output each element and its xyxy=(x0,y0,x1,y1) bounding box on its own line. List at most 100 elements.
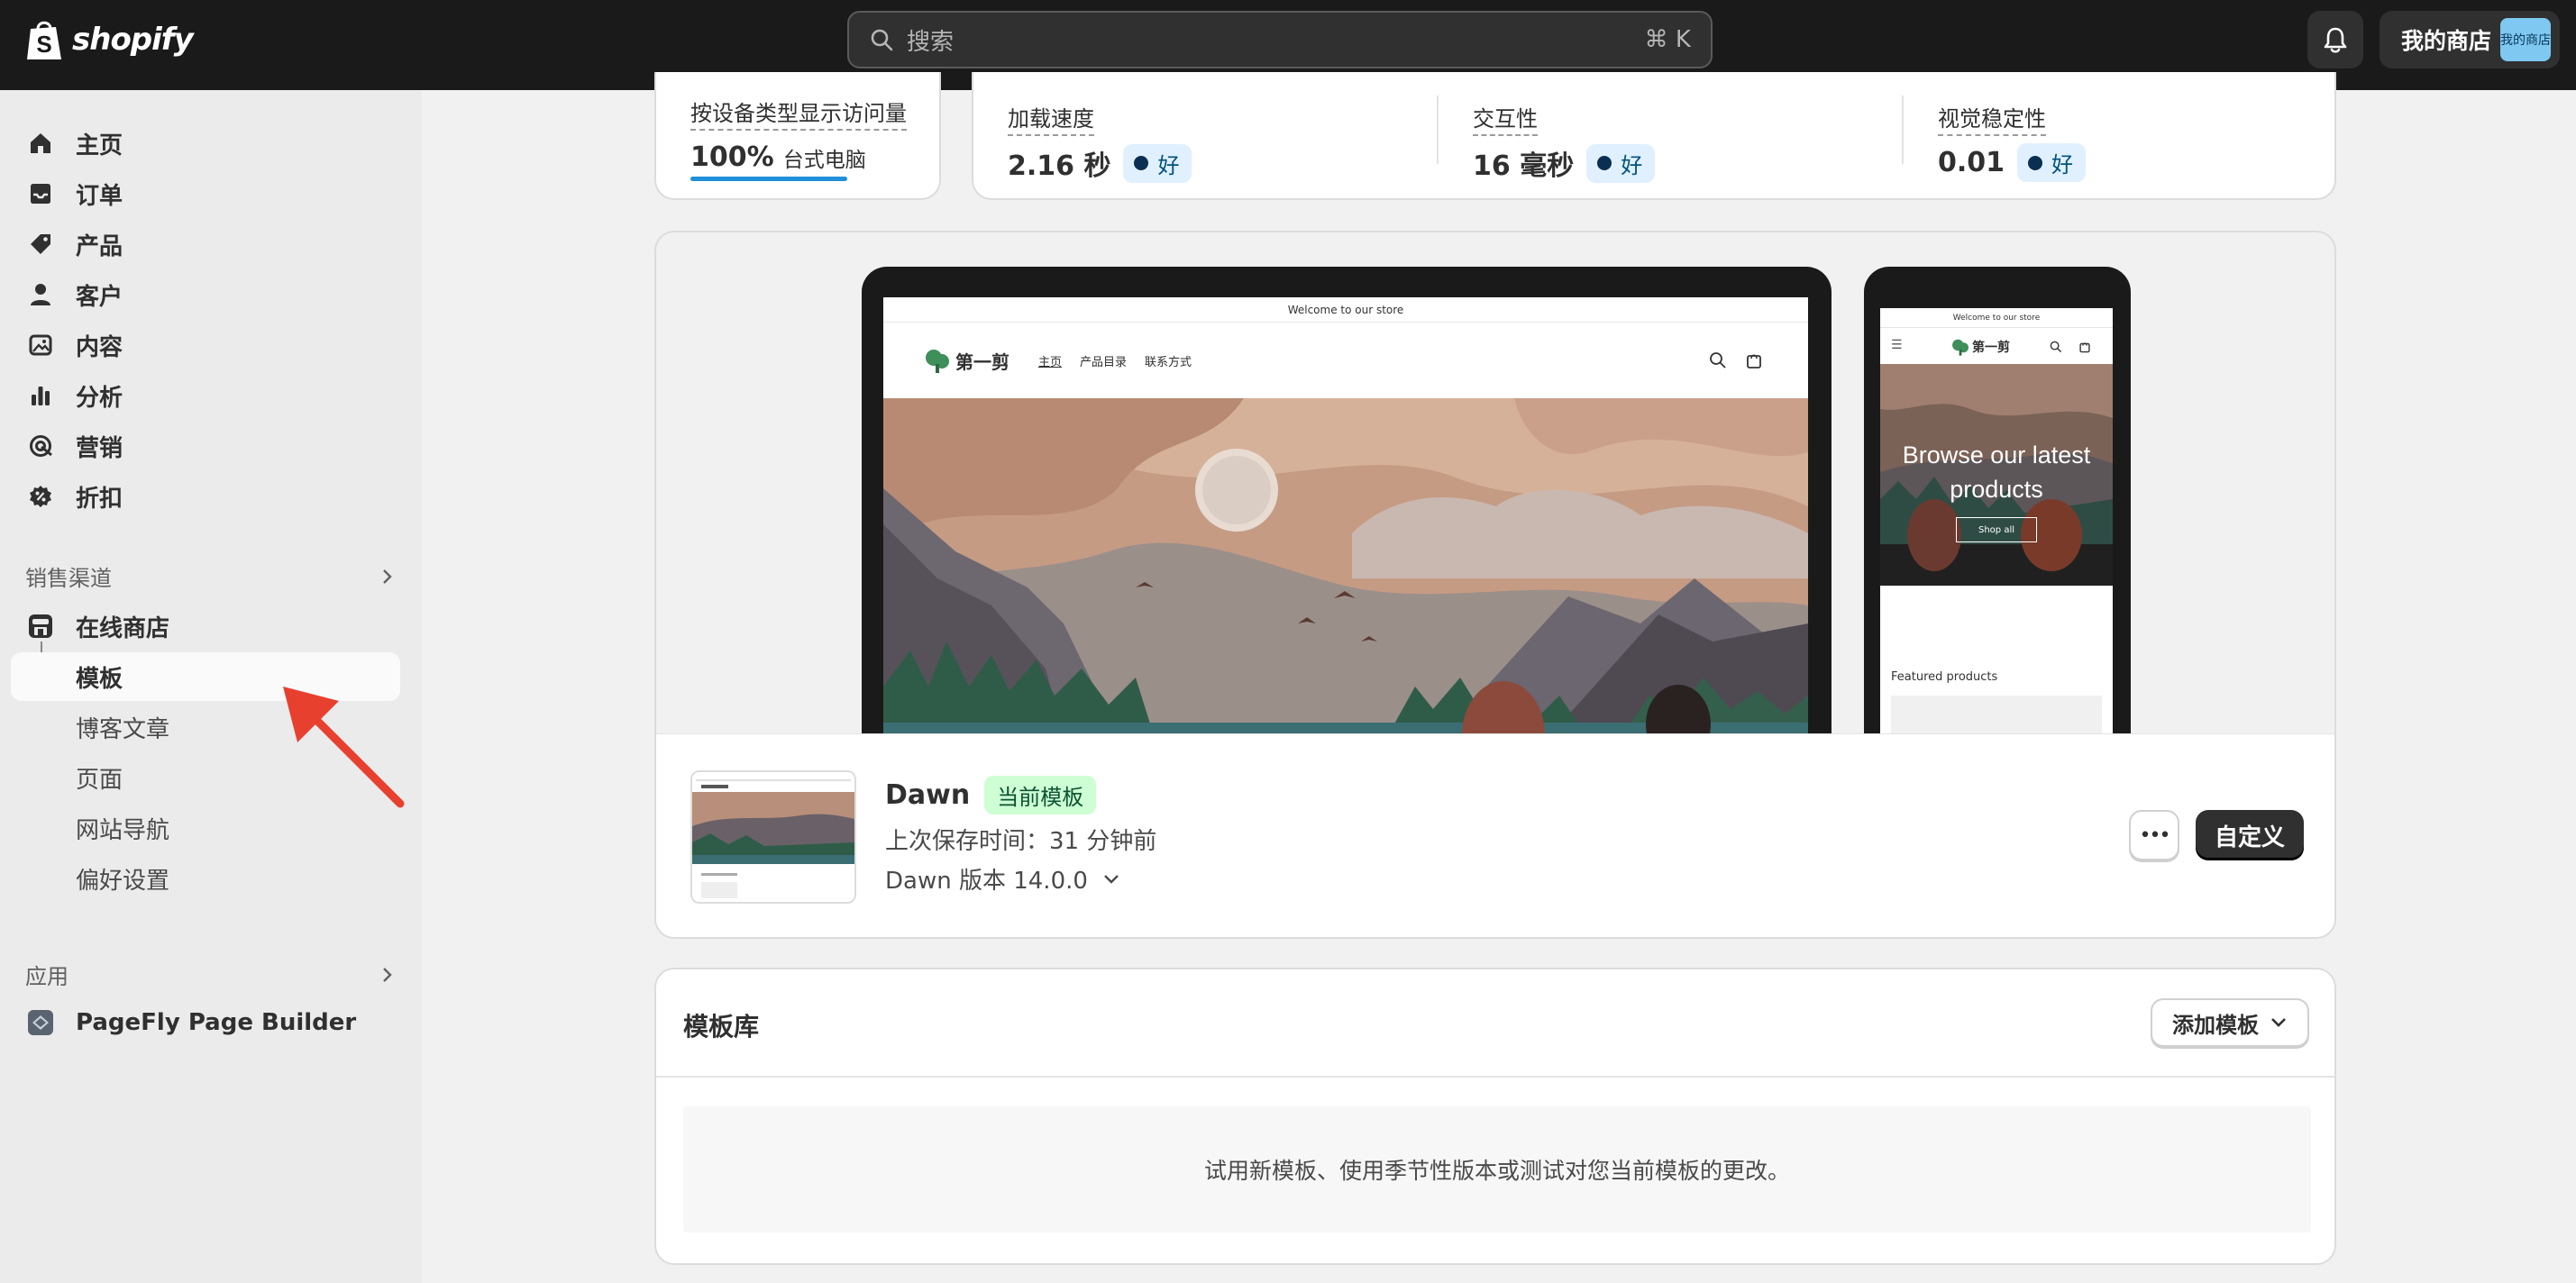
desktop-preview-frame[interactable]: Welcome to our store 第一剪 主页 产品目录 联系方式 xyxy=(862,267,1832,735)
status-dot-icon xyxy=(2028,155,2043,170)
notifications-button[interactable] xyxy=(2307,11,2363,68)
sidebar-item-label: 页面 xyxy=(76,766,123,794)
sidebar-item-label: 主页 xyxy=(76,132,123,159)
home-icon xyxy=(27,130,54,157)
store-name: 我的商店 xyxy=(2401,28,2492,54)
sidebar-item-label: 偏好设置 xyxy=(76,867,170,895)
preview-nav-item: 产品目录 xyxy=(1080,355,1128,369)
theme-name: Dawn xyxy=(885,779,971,811)
sidebar-item-content[interactable]: 内容 xyxy=(11,321,400,369)
apps-header[interactable]: 应用 xyxy=(25,959,395,990)
device-progress-track xyxy=(690,177,847,181)
sidebar-item-label: 客户 xyxy=(76,283,123,311)
load-speed-label[interactable]: 加载速度 xyxy=(1008,101,1094,136)
search-placeholder: 搜索 xyxy=(907,28,955,56)
sidebar-item-label: 内容 xyxy=(76,333,123,361)
load-speed-metric: 加载速度 2.16 秒 好 xyxy=(973,96,1192,198)
mobile-preview-frame[interactable]: Welcome to our store ☰ 第一剪 Browse our la… xyxy=(1864,267,2131,735)
visual-stability-label[interactable]: 视觉稳定性 xyxy=(1938,101,2046,136)
sidebar-item-discounts[interactable]: 折扣 xyxy=(11,472,400,521)
sidebar-item-customers[interactable]: 客户 xyxy=(11,270,400,319)
hero-illustration xyxy=(883,398,1808,735)
device-metric-value: 100% xyxy=(690,141,774,173)
logo-text: shopify xyxy=(72,22,194,58)
theme-library-empty-state: 试用新模板、使用季节性版本或测试对您当前模板的更改。 xyxy=(683,1106,2311,1233)
preview-header: 第一剪 主页 产品目录 联系方式 xyxy=(883,323,1808,398)
preview-nav-item: 主页 xyxy=(1038,355,1063,369)
customize-button[interactable]: 自定义 xyxy=(2196,810,2304,860)
search-icon xyxy=(871,29,893,51)
sidebar-item-marketing[interactable]: 营销 xyxy=(11,422,400,470)
sales-channels-header[interactable]: 销售渠道 xyxy=(25,560,395,592)
theme-thumbnail[interactable] xyxy=(690,770,856,904)
store-menu-button[interactable]: 我的商店 我的商店 xyxy=(2380,11,2560,68)
person-icon xyxy=(27,281,54,308)
sidebar-item-preferences[interactable]: 偏好设置 xyxy=(11,854,400,903)
preview-announcement: Welcome to our store xyxy=(883,297,1808,323)
sidebar-item-label: 网站导航 xyxy=(76,816,170,844)
visual-stability-value: 0.01 xyxy=(1938,147,2005,178)
sidebar-item-label: 博客文章 xyxy=(76,715,170,743)
sidebar-item-label: 折扣 xyxy=(76,485,123,513)
current-theme-badge: 当前模板 xyxy=(984,776,1097,814)
mobile-brand: 第一剪 xyxy=(1972,341,2010,355)
customize-label: 自定义 xyxy=(2214,823,2285,851)
mobile-preview-screen: Welcome to our store ☰ 第一剪 Browse our la… xyxy=(1880,308,2113,735)
chevron-down-icon xyxy=(2271,1018,2286,1027)
shopify-logo[interactable]: S shopify xyxy=(25,18,194,61)
interactivity-value: 16 毫秒 xyxy=(1473,150,1575,182)
web-performance-card: 加载速度 2.16 秒 好 交互性 16 毫秒 好 视觉稳定性 0.01 好 xyxy=(972,72,2336,200)
status-dot-icon xyxy=(1597,156,1612,170)
sidebar-item-label: 模板 xyxy=(76,665,123,693)
status-dot-icon xyxy=(1134,156,1149,170)
add-theme-label: 添加模板 xyxy=(2172,1012,2259,1038)
mobile-hero-title: Browse our latest products xyxy=(1902,441,2091,503)
tree-logo-icon xyxy=(926,350,949,373)
pagefly-logo-icon xyxy=(27,1009,54,1036)
sidebar-item-label: 订单 xyxy=(76,182,123,210)
sidebar-item-orders[interactable]: 订单 xyxy=(11,169,400,218)
sidebar-item-online-store[interactable]: 在线商店 xyxy=(11,602,400,651)
preview-nav-item: 联系方式 xyxy=(1145,355,1192,369)
sidebar-item-pagefly[interactable]: PageFly Page Builder xyxy=(11,998,400,1047)
mobile-product-placeholder xyxy=(1891,696,2102,735)
device-metric-label[interactable]: 按设备类型显示访问量 xyxy=(690,96,907,131)
mobile-hero: Browse our latest products Shop all xyxy=(1880,364,2113,586)
storefront-icon xyxy=(27,613,54,640)
inbox-icon xyxy=(27,180,54,207)
bar-chart-icon xyxy=(27,382,54,409)
preview-brand: 第一剪 xyxy=(955,350,1009,373)
sidebar-item-products[interactable]: 产品 xyxy=(11,220,400,268)
interactivity-label[interactable]: 交互性 xyxy=(1473,101,1538,136)
search-bar[interactable]: 搜索 ⌘ K xyxy=(847,11,1713,68)
theme-version: Dawn 版本 14.0.0 xyxy=(885,868,1088,895)
sidebar-item-label: 分析 xyxy=(76,384,123,412)
sidebar-item-label: 营销 xyxy=(76,434,123,462)
sidebar-item-label: 产品 xyxy=(76,232,123,260)
search-icon xyxy=(2050,341,2062,353)
sidebar-item-home[interactable]: 主页 xyxy=(11,119,400,168)
chevron-down-icon xyxy=(1104,874,1119,884)
status-badge: 好 xyxy=(1123,143,1192,183)
badge-text: 好 xyxy=(2051,152,2074,177)
image-icon xyxy=(27,332,54,359)
store-avatar: 我的商店 xyxy=(2500,18,2551,61)
library-divider xyxy=(656,1076,2334,1078)
tag-icon xyxy=(27,231,54,258)
add-theme-button[interactable]: 添加模板 xyxy=(2151,998,2309,1047)
sidebar-item-analytics[interactable]: 分析 xyxy=(11,371,400,420)
target-icon xyxy=(27,432,54,460)
mobile-hero-button: Shop all xyxy=(1956,517,2037,542)
chevron-right-icon xyxy=(383,967,392,982)
more-horizontal-icon: ••• xyxy=(2139,823,2171,847)
device-metric: 按设备类型显示访问量 100% 台式电脑 xyxy=(690,96,907,181)
theme-library-card: 模板库 添加模板 试用新模板、使用季节性版本或测试对您当前模板的更改。 xyxy=(654,968,2336,1265)
hamburger-menu-icon: ☰ xyxy=(1891,338,1903,352)
device-progress-fill xyxy=(690,177,847,181)
load-speed-value: 2.16 秒 xyxy=(1008,150,1111,182)
status-badge: 好 xyxy=(2017,143,2087,182)
shopify-bag-icon: S xyxy=(27,21,61,59)
theme-more-actions-button[interactable]: ••• xyxy=(2129,810,2179,860)
chevron-right-icon xyxy=(383,569,392,584)
theme-version-toggle[interactable]: Dawn 版本 14.0.0 xyxy=(885,862,1120,896)
